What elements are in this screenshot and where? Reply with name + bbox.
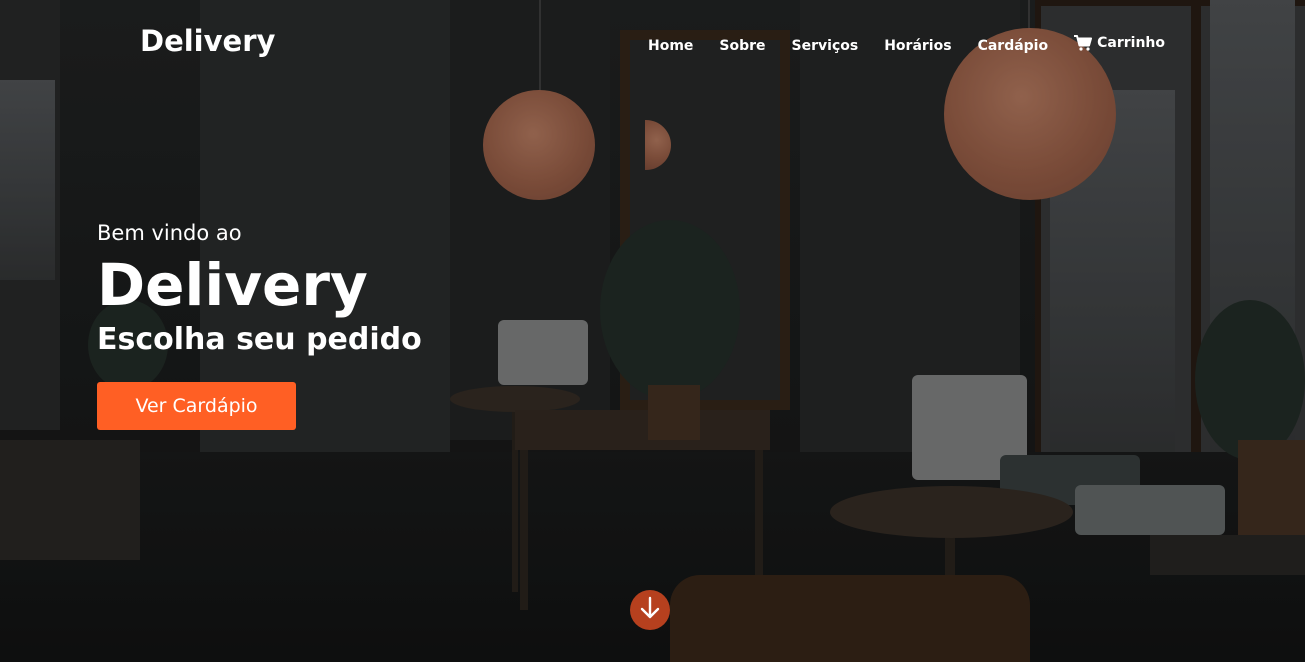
nav-link-cardapio[interactable]: Cardápio xyxy=(978,38,1049,54)
scroll-down-button[interactable] xyxy=(630,590,670,630)
hero-section: Delivery Home Sobre Serviços Horários Ca… xyxy=(0,0,1305,662)
arrow-down-icon xyxy=(639,596,661,624)
nav-item-home: Home xyxy=(648,35,693,55)
top-navbar: Delivery Home Sobre Serviços Horários Ca… xyxy=(0,0,1305,90)
site-logo[interactable]: Delivery xyxy=(140,24,275,58)
hero-subtitle: Escolha seu pedido xyxy=(97,322,422,357)
nav-item-sobre: Sobre xyxy=(719,35,765,55)
view-menu-button[interactable]: Ver Cardápio xyxy=(97,382,296,430)
nav-item-cardapio: Cardápio xyxy=(978,35,1049,55)
cart-label: Carrinho xyxy=(1097,35,1165,51)
nav-link-carrinho[interactable]: Carrinho xyxy=(1074,35,1165,51)
nav-item-carrinho: Carrinho xyxy=(1074,35,1165,55)
hero-title: Delivery xyxy=(97,251,368,319)
cart-icon xyxy=(1074,35,1093,51)
nav-link-sobre[interactable]: Sobre xyxy=(719,38,765,54)
nav-link-home[interactable]: Home xyxy=(648,38,693,54)
nav-item-horarios: Horários xyxy=(884,35,951,55)
welcome-text: Bem vindo ao xyxy=(97,221,242,245)
nav-link-servicos[interactable]: Serviços xyxy=(792,38,859,54)
nav-item-servicos: Serviços xyxy=(792,35,859,55)
nav-link-horarios[interactable]: Horários xyxy=(884,38,951,54)
main-nav-menu: Home Sobre Serviços Horários Cardápio Ca… xyxy=(622,35,1165,55)
hero-content: Bem vindo ao Delivery Escolha seu pedido… xyxy=(97,218,422,430)
